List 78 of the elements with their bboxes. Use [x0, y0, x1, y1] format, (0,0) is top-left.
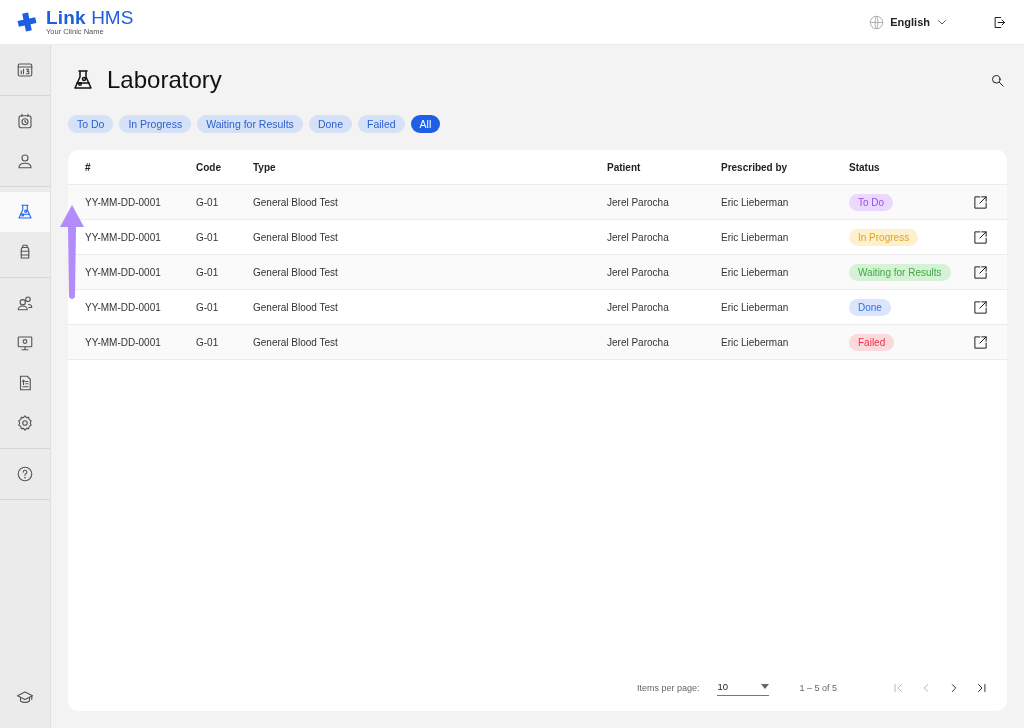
filter-chip[interactable]: Waiting for Results [197, 115, 303, 133]
table-cell-text: Jerel Parocha [607, 196, 670, 208]
last-page-icon [975, 681, 989, 695]
table-cell-text: G-01 [196, 266, 220, 278]
monitor-icon [16, 334, 34, 352]
open-button[interactable] [973, 194, 988, 210]
language-selector[interactable]: English [869, 14, 948, 30]
external-link-icon [973, 194, 988, 210]
logout-icon [992, 14, 1007, 30]
table-cell-text: General Blood Test [253, 196, 339, 208]
settings-icon [16, 414, 34, 432]
external-link-icon [973, 264, 988, 280]
column-header: Code [196, 161, 222, 173]
table-cell-text: YY-MM-DD-0001 [85, 301, 162, 313]
first-page-icon [891, 681, 905, 695]
open-button[interactable] [973, 264, 988, 280]
table-cell-text: G-01 [196, 301, 220, 313]
flask-icon [71, 68, 95, 92]
search-icon [990, 72, 1005, 88]
table-cell-text: Jerel Parocha [607, 336, 670, 348]
table-cell-text: YY-MM-DD-0001 [85, 196, 162, 208]
status-badge: Failed [849, 333, 895, 351]
column-header: # [85, 161, 92, 173]
table-cell-text: General Blood Test [253, 231, 339, 243]
cross-logo-icon [17, 12, 37, 32]
table-cell-text: Eric Lieberman [721, 231, 790, 243]
filter-chip[interactable]: Done [308, 115, 352, 133]
table-cell-text: Jerel Parocha [607, 266, 670, 278]
status-badge: Waiting for Results [849, 263, 951, 281]
page-size-select[interactable]: 10 [717, 680, 770, 696]
external-link-icon [973, 229, 988, 245]
status-badge: To Do [849, 193, 894, 211]
page-title: Laboratory [107, 66, 222, 94]
dropdown-arrow-icon [761, 683, 770, 689]
sidebar-item[interactable] [0, 192, 50, 232]
filter-chip[interactable]: Failed [358, 115, 405, 133]
filter-chip[interactable]: All [410, 115, 441, 133]
chart-board-icon [16, 61, 34, 79]
logout-button[interactable] [992, 14, 1007, 30]
table-cell-text: YY-MM-DD-0001 [85, 231, 162, 243]
brand-name: Link HMS [46, 8, 134, 28]
external-link-icon [973, 334, 988, 350]
table-cell-text: Jerel Parocha [607, 231, 670, 243]
column-header: Type [253, 161, 277, 173]
table-cell-text: Eric Lieberman [721, 266, 790, 278]
table-cell-text: Eric Lieberman [721, 196, 790, 208]
column-header: Patient [607, 161, 642, 173]
clock-calendar-icon [16, 112, 34, 130]
table-cell-text: Eric Lieberman [721, 336, 790, 348]
table-cell-text: General Blood Test [253, 336, 339, 348]
filter-chip[interactable]: To Do [68, 115, 114, 133]
open-button[interactable] [973, 334, 988, 350]
external-link-icon [973, 299, 988, 315]
table-cell-text: G-01 [196, 336, 220, 348]
status-badge: Done [849, 298, 891, 316]
open-button[interactable] [973, 229, 988, 245]
open-button[interactable] [973, 299, 988, 315]
last-page-button[interactable] [975, 681, 989, 695]
table-cell-text: YY-MM-DD-0001 [85, 266, 162, 278]
people-icon [16, 294, 34, 312]
table-cell-text: G-01 [196, 196, 220, 208]
items-per-page-label: Items per page: [636, 683, 700, 693]
column-header: Status [849, 161, 881, 173]
table-cell-text: Jerel Parocha [607, 301, 670, 313]
table-cell-text: YY-MM-DD-0001 [85, 336, 162, 348]
help-icon [16, 465, 34, 483]
table-cell-text: G-01 [196, 231, 220, 243]
flask-icon [16, 203, 34, 221]
table-cell-text: Eric Lieberman [721, 301, 790, 313]
page-range: 1 – 5 of 5 [799, 683, 837, 693]
filter-chip[interactable]: In Progress [119, 115, 192, 133]
column-header: Prescribed by [721, 161, 789, 173]
person-icon [16, 152, 34, 170]
table-cell-text: General Blood Test [253, 266, 339, 278]
table-cell-text: General Blood Test [253, 301, 339, 313]
globe-icon [869, 14, 885, 30]
search-button[interactable] [990, 72, 1005, 88]
status-badge: In Progress [849, 228, 919, 246]
